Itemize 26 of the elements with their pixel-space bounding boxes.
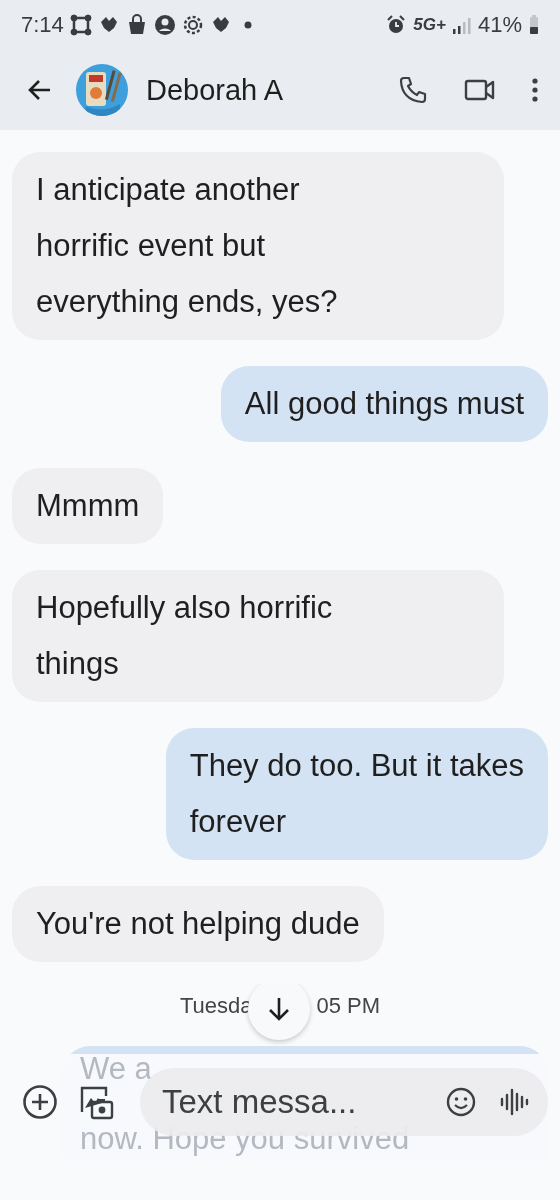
network-type: 5G+ <box>413 15 446 35</box>
add-icon[interactable] <box>22 1084 58 1120</box>
arrow-down-icon <box>266 995 292 1023</box>
battery-icon <box>528 14 540 36</box>
received-message: Hopefully also horrific things <box>12 570 504 702</box>
emoji-icon[interactable] <box>445 1086 477 1118</box>
received-message: I anticipate another horrific event but everything ends, yes? <box>12 152 504 340</box>
battery-percent: 41% <box>477 12 522 38</box>
date-divider: 05 PM <box>316 993 381 1019</box>
sent-message: They do too. But it takes forever <box>165 728 548 860</box>
account-icon <box>153 14 176 36</box>
settings-icon <box>181 14 204 36</box>
received-message: You're not helping dude <box>12 886 384 962</box>
gallery-camera-icon[interactable] <box>78 1084 114 1120</box>
voice-icon[interactable] <box>499 1086 530 1118</box>
dot-icon <box>243 21 252 29</box>
sent-message: All good things must <box>220 366 548 442</box>
more-icon[interactable] <box>532 77 538 103</box>
app-notification-icon <box>69 14 92 36</box>
received-message: Mmmm <box>12 468 164 544</box>
message-input[interactable]: Text messa... <box>162 1083 423 1121</box>
scroll-down-button[interactable] <box>248 984 310 1040</box>
clock-time: 7:14 <box>21 12 64 38</box>
phone-icon[interactable] <box>398 75 428 105</box>
contact-name: Deborah A <box>146 73 285 107</box>
signal-icon <box>451 15 472 35</box>
